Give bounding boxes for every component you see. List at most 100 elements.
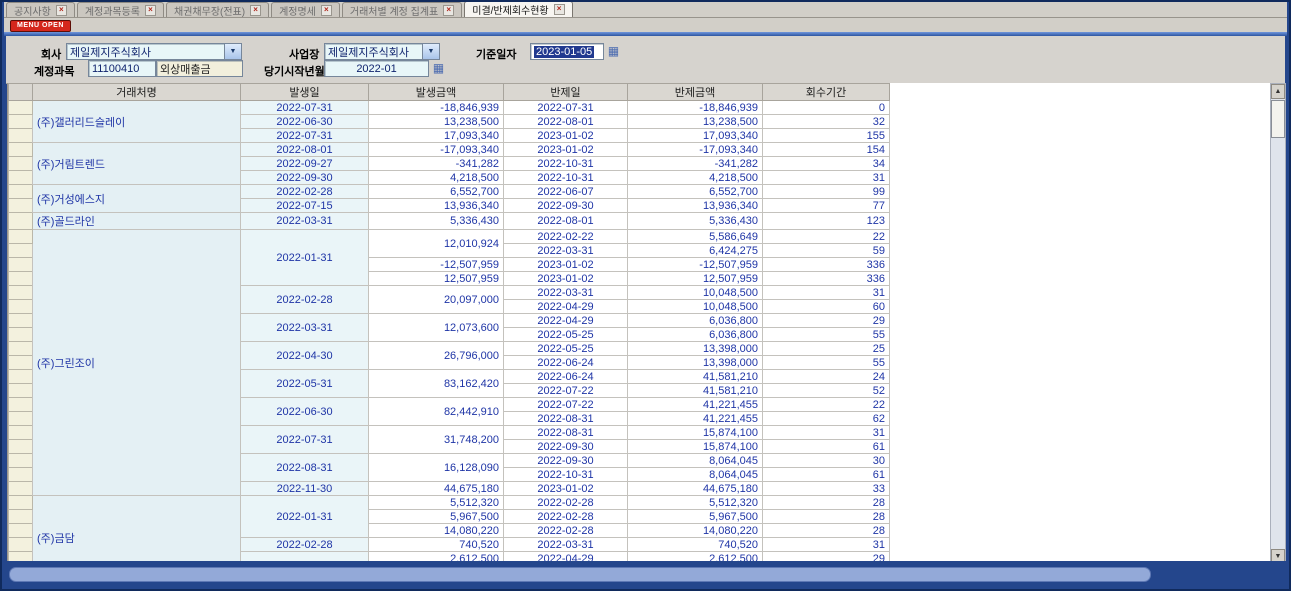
row-gutter-cell[interactable]	[9, 101, 33, 115]
settle-date-cell[interactable]: 2022-03-31	[504, 286, 628, 300]
row-gutter-cell[interactable]	[9, 468, 33, 482]
chevron-down-icon[interactable]: ▼	[422, 44, 439, 59]
row-gutter-cell[interactable]	[9, 398, 33, 412]
days-cell[interactable]: 60	[763, 300, 890, 314]
issue-date-cell[interactable]: 2022-02-28	[241, 538, 369, 552]
row-gutter-cell[interactable]	[9, 482, 33, 496]
settle-date-cell[interactable]: 2022-02-28	[504, 510, 628, 524]
customer-cell[interactable]: (주)금담	[33, 496, 241, 566]
days-cell[interactable]: 32	[763, 115, 890, 129]
days-cell[interactable]: 336	[763, 258, 890, 272]
issue-amount-cell[interactable]: 5,336,430	[369, 213, 504, 230]
horizontal-scrollbar-thumb[interactable]	[9, 567, 1151, 582]
scroll-up-icon[interactable]: ▲	[1271, 84, 1285, 99]
settle-date-cell[interactable]: 2022-03-31	[504, 538, 628, 552]
settle-date-cell[interactable]: 2022-10-31	[504, 171, 628, 185]
settle-amount-cell[interactable]: 8,064,045	[628, 468, 763, 482]
settle-date-cell[interactable]: 2022-06-07	[504, 185, 628, 199]
days-cell[interactable]: 25	[763, 342, 890, 356]
settle-amount-cell[interactable]: 13,936,340	[628, 199, 763, 213]
days-cell[interactable]: 22	[763, 230, 890, 244]
row-gutter-cell[interactable]	[9, 524, 33, 538]
issue-date-cell[interactable]: 2022-01-31	[241, 230, 369, 286]
days-cell[interactable]: 24	[763, 370, 890, 384]
column-header[interactable]: 반제일	[504, 84, 628, 101]
customer-cell[interactable]: (주)그린조이	[33, 230, 241, 496]
period-input[interactable]: 2022-01	[324, 60, 429, 77]
customer-cell[interactable]: (주)골드라인	[33, 213, 241, 230]
tab-close-icon[interactable]: ×	[443, 5, 454, 16]
issue-date-cell[interactable]: 2022-04-30	[241, 342, 369, 370]
issue-date-cell[interactable]: 2022-06-30	[241, 115, 369, 129]
days-cell[interactable]: 336	[763, 272, 890, 286]
tab-item[interactable]: 공지사항×	[6, 2, 75, 17]
menu-open-button[interactable]: MENU OPEN	[10, 20, 71, 32]
issue-date-cell[interactable]: 2022-07-15	[241, 199, 369, 213]
settle-amount-cell[interactable]: 41,581,210	[628, 370, 763, 384]
tab-close-icon[interactable]: ×	[56, 5, 67, 16]
calendar-icon[interactable]: ▦	[432, 61, 445, 75]
settle-amount-cell[interactable]: 10,048,500	[628, 300, 763, 314]
settle-date-cell[interactable]: 2022-10-31	[504, 468, 628, 482]
settle-date-cell[interactable]: 2023-01-02	[504, 143, 628, 157]
settle-amount-cell[interactable]: 5,586,649	[628, 230, 763, 244]
row-gutter-cell[interactable]	[9, 157, 33, 171]
issue-date-cell[interactable]: 2022-09-27	[241, 157, 369, 171]
settle-date-cell[interactable]: 2023-01-02	[504, 129, 628, 143]
issue-date-cell[interactable]: 2022-06-30	[241, 398, 369, 426]
issue-date-cell[interactable]: 2022-09-30	[241, 171, 369, 185]
calendar-icon[interactable]: ▦	[607, 44, 620, 58]
days-cell[interactable]: 28	[763, 510, 890, 524]
settle-amount-cell[interactable]: 41,581,210	[628, 384, 763, 398]
days-cell[interactable]: 155	[763, 129, 890, 143]
issue-amount-cell[interactable]: 740,520	[369, 538, 504, 552]
days-cell[interactable]: 31	[763, 538, 890, 552]
settle-date-cell[interactable]: 2022-07-22	[504, 384, 628, 398]
days-cell[interactable]: 55	[763, 328, 890, 342]
issue-date-cell[interactable]: 2022-07-31	[241, 101, 369, 115]
row-gutter-cell[interactable]	[9, 258, 33, 272]
settle-date-cell[interactable]: 2022-02-28	[504, 496, 628, 510]
settle-amount-cell[interactable]: 8,064,045	[628, 454, 763, 468]
settle-date-cell[interactable]: 2022-08-01	[504, 213, 628, 230]
settle-amount-cell[interactable]: 6,552,700	[628, 185, 763, 199]
column-header[interactable]: 발생금액	[369, 84, 504, 101]
days-cell[interactable]: 55	[763, 356, 890, 370]
column-header[interactable]: 회수기간	[763, 84, 890, 101]
issue-date-cell[interactable]: 2022-08-01	[241, 143, 369, 157]
row-gutter-cell[interactable]	[9, 314, 33, 328]
settle-amount-cell[interactable]: 6,036,800	[628, 314, 763, 328]
issue-amount-cell[interactable]: 4,218,500	[369, 171, 504, 185]
issue-amount-cell[interactable]: 12,010,924	[369, 230, 504, 258]
days-cell[interactable]: 30	[763, 454, 890, 468]
scrollbar-thumb[interactable]	[1271, 100, 1285, 138]
row-gutter-cell[interactable]	[9, 384, 33, 398]
row-gutter-cell[interactable]	[9, 496, 33, 510]
settle-amount-cell[interactable]: -18,846,939	[628, 101, 763, 115]
row-gutter-cell[interactable]	[9, 412, 33, 426]
horizontal-scrollbar[interactable]	[4, 561, 1287, 587]
settle-amount-cell[interactable]: 4,218,500	[628, 171, 763, 185]
tab-item[interactable]: 채권채무장(전표)×	[166, 2, 269, 17]
settle-date-cell[interactable]: 2022-07-31	[504, 101, 628, 115]
site-select[interactable]: 제일제지주식회사 ▼	[324, 43, 440, 60]
row-gutter-cell[interactable]	[9, 244, 33, 258]
row-gutter-cell[interactable]	[9, 538, 33, 552]
issue-date-cell[interactable]: 2022-02-28	[241, 185, 369, 199]
settle-date-cell[interactable]: 2022-07-22	[504, 398, 628, 412]
settle-date-cell[interactable]: 2022-06-24	[504, 370, 628, 384]
days-cell[interactable]: 31	[763, 286, 890, 300]
settle-date-cell[interactable]: 2022-05-25	[504, 328, 628, 342]
column-header[interactable]: 거래처명	[33, 84, 241, 101]
tab-close-icon[interactable]: ×	[554, 4, 565, 15]
days-cell[interactable]: 31	[763, 426, 890, 440]
row-gutter-cell[interactable]	[9, 510, 33, 524]
issue-amount-cell[interactable]: 13,936,340	[369, 199, 504, 213]
settle-date-cell[interactable]: 2022-04-29	[504, 300, 628, 314]
tab-item[interactable]: 계정명세×	[271, 2, 340, 17]
account-name-input[interactable]: 외상매출금	[156, 60, 243, 77]
settle-amount-cell[interactable]: 5,336,430	[628, 213, 763, 230]
settle-date-cell[interactable]: 2023-01-02	[504, 258, 628, 272]
tab-active[interactable]: 미결/반제회수현황×	[464, 1, 572, 17]
chevron-down-icon[interactable]: ▼	[224, 44, 241, 59]
